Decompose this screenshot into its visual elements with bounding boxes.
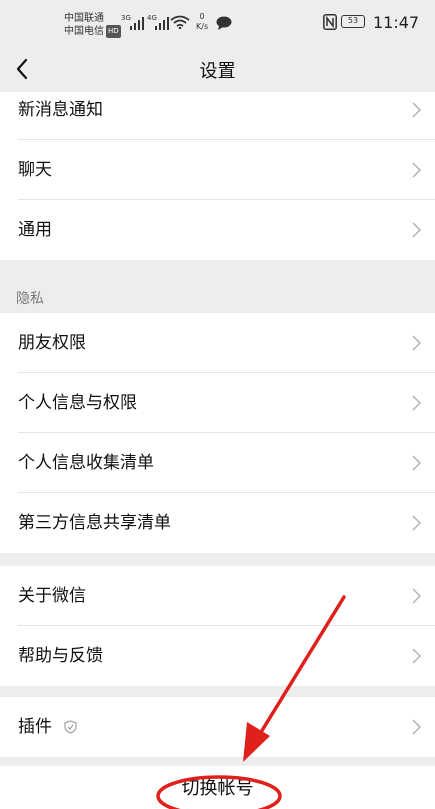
settings-item-general[interactable]: 通用 bbox=[0, 200, 435, 260]
switch-account-button[interactable]: 切换帐号 bbox=[0, 766, 435, 809]
chevron-right-icon bbox=[412, 335, 421, 351]
settings-item-about-wechat[interactable]: 关于微信 bbox=[0, 566, 435, 626]
chevron-right-icon bbox=[412, 222, 421, 238]
carrier-1: 中国联通 bbox=[64, 13, 104, 24]
settings-item-label: 个人信息与权限 bbox=[18, 393, 137, 413]
carrier-info: 中国联通 中国电信 HD bbox=[64, 12, 121, 38]
nfc-icon bbox=[323, 14, 337, 30]
settings-item-chat[interactable]: 聊天 bbox=[0, 140, 435, 200]
settings-item-label: 帮助与反馈 bbox=[18, 646, 103, 666]
battery-level: 53 bbox=[347, 16, 359, 25]
settings-item-help-feedback[interactable]: 帮助与反馈 bbox=[0, 626, 435, 686]
settings-group-privacy: 朋友权限 个人信息与权限 个人信息收集清单 第三方信息共享清单 bbox=[0, 313, 435, 553]
settings-group-1: 新消息通知 聊天 通用 bbox=[0, 80, 435, 260]
settings-item-plugins[interactable]: 插件 bbox=[0, 697, 435, 757]
chevron-right-icon bbox=[412, 588, 421, 604]
settings-item-personal-info-collection[interactable]: 个人信息收集清单 bbox=[0, 433, 435, 493]
chevron-right-icon bbox=[412, 395, 421, 411]
settings-item-label: 个人信息收集清单 bbox=[18, 453, 154, 473]
nav-bar-top: 设置 bbox=[0, 48, 435, 92]
chevron-right-icon bbox=[412, 102, 421, 118]
settings-item-label: 关于微信 bbox=[18, 586, 86, 606]
network-speed: 0 K/s bbox=[196, 12, 208, 32]
status-bar: 中国联通 中国电信 HD 3G 4G 0 K/s 53 11:47 bbox=[0, 0, 435, 48]
settings-item-friend-permissions[interactable]: 朋友权限 bbox=[0, 313, 435, 373]
settings-item-label: 朋友权限 bbox=[18, 333, 86, 353]
shield-icon bbox=[64, 720, 77, 734]
settings-item-label: 聊天 bbox=[18, 160, 52, 180]
chevron-right-icon bbox=[412, 162, 421, 178]
switch-account-label: 切换帐号 bbox=[181, 778, 254, 799]
battery-icon: 53 bbox=[341, 15, 365, 28]
wifi-icon bbox=[170, 15, 190, 29]
carrier-2-name: 中国电信 bbox=[64, 26, 104, 37]
chat-bubble-icon bbox=[216, 16, 232, 30]
settings-group-plugins: 插件 bbox=[0, 697, 435, 757]
settings-item-label: 第三方信息共享清单 bbox=[18, 513, 171, 533]
signal-icon-2 bbox=[155, 17, 169, 30]
nav-title: 设置 bbox=[199, 61, 236, 82]
chevron-right-icon bbox=[412, 648, 421, 664]
chevron-right-icon bbox=[412, 719, 421, 735]
settings-item-third-party-sharing[interactable]: 第三方信息共享清单 bbox=[0, 493, 435, 553]
signal-icon bbox=[130, 17, 144, 30]
settings-group-about: 关于微信 帮助与反馈 bbox=[0, 566, 435, 686]
speed-unit: K/s bbox=[196, 22, 209, 31]
chevron-right-icon bbox=[412, 455, 421, 471]
settings-item-label: 插件 bbox=[18, 717, 52, 737]
clock: 11:47 bbox=[373, 13, 420, 32]
carrier-2: 中国电信 HD bbox=[64, 25, 121, 38]
section-header-privacy: 隐私 bbox=[16, 291, 44, 307]
hd-badge: HD bbox=[106, 25, 121, 38]
settings-item-personal-info-permissions[interactable]: 个人信息与权限 bbox=[0, 373, 435, 433]
speed-value: 0 bbox=[199, 12, 205, 21]
settings-item-label: 通用 bbox=[18, 220, 52, 240]
chevron-right-icon bbox=[412, 515, 421, 531]
